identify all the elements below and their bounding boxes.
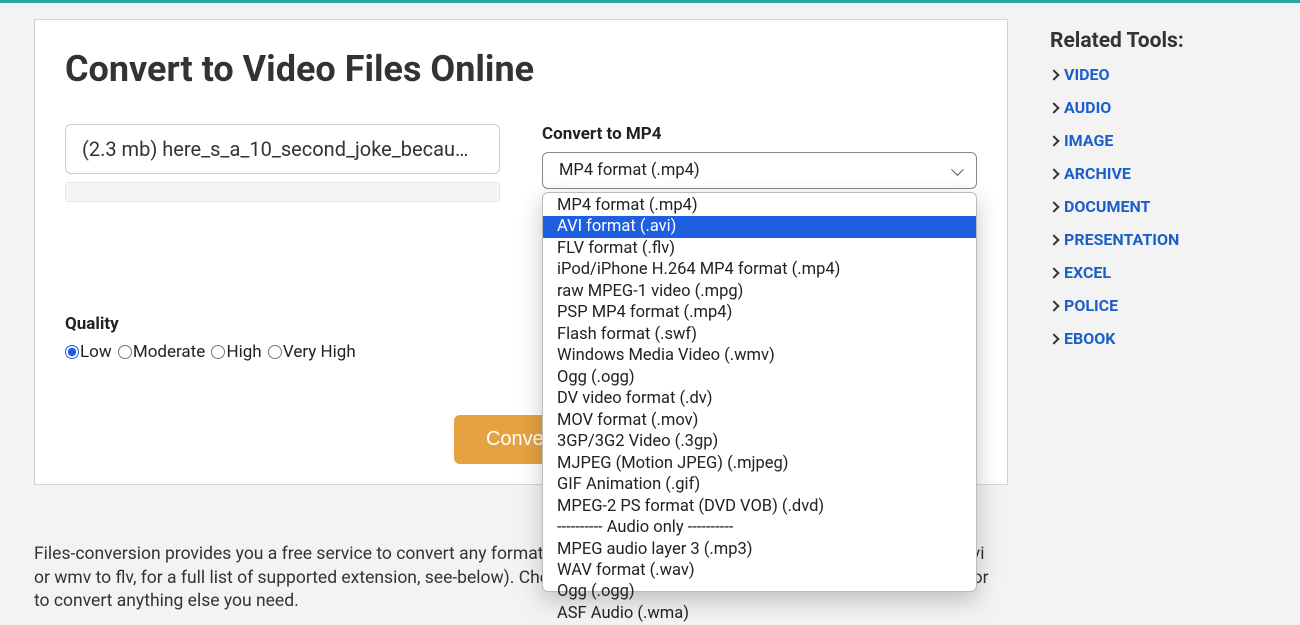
- format-option[interactable]: DV video format (.dv): [543, 388, 976, 409]
- sidebar-item-label: ARCHIVE: [1064, 164, 1131, 183]
- sidebar-item-presentation[interactable]: PRESENTATION: [1050, 230, 1266, 249]
- radio-low[interactable]: [65, 345, 79, 359]
- radio-high[interactable]: [211, 345, 225, 359]
- format-option[interactable]: Ogg (.ogg): [543, 581, 976, 602]
- chevron-right-icon: [1048, 135, 1059, 146]
- quality-option-high[interactable]: High: [211, 342, 261, 362]
- format-option[interactable]: Flash format (.swf): [543, 324, 976, 345]
- selected-file-box[interactable]: (2.3 mb) here_s_a_10_second_joke_becau…: [65, 124, 500, 174]
- format-option[interactable]: MPEG-2 PS format (DVD VOB) (.dvd): [543, 496, 976, 517]
- quality-radio-group: Low Moderate High Very High: [65, 342, 500, 364]
- format-option[interactable]: MPEG audio layer 3 (.mp3): [543, 539, 976, 560]
- radio-moderate[interactable]: [118, 345, 132, 359]
- format-option[interactable]: Windows Media Video (.wmv): [543, 345, 976, 366]
- sidebar-item-excel[interactable]: EXCEL: [1050, 263, 1266, 282]
- format-option[interactable]: MP4 format (.mp4): [543, 195, 976, 216]
- format-option[interactable]: FLV format (.flv): [543, 238, 976, 259]
- chevron-right-icon: [1048, 333, 1059, 344]
- sidebar-item-document[interactable]: DOCUMENT: [1050, 197, 1266, 216]
- format-option[interactable]: 3GP/3G2 Video (.3gp): [543, 431, 976, 452]
- sidebar-item-label: AUDIO: [1064, 98, 1111, 117]
- sidebar-item-video[interactable]: VIDEO: [1050, 65, 1266, 84]
- chevron-right-icon: [1048, 69, 1059, 80]
- quality-option-low[interactable]: Low: [65, 342, 112, 362]
- convert-to-label: Convert to MP4: [542, 124, 977, 144]
- chevron-right-icon: [1048, 267, 1059, 278]
- sidebar-item-label: DOCUMENT: [1064, 197, 1150, 216]
- related-tools-sidebar: Related Tools: VIDEO AUDIO IMAGE ARCHIVE DOC…: [1050, 19, 1266, 362]
- sidebar-item-ebook[interactable]: EBOOK: [1050, 329, 1266, 348]
- chevron-right-icon: [1048, 201, 1059, 212]
- format-option[interactable]: MOV format (.mov): [543, 410, 976, 431]
- format-option[interactable]: AVI format (.avi): [543, 216, 976, 237]
- chevron-right-icon: [1048, 102, 1059, 113]
- sidebar-item-label: VIDEO: [1064, 65, 1110, 84]
- format-option[interactable]: GIF Animation (.gif): [543, 474, 976, 495]
- sidebar-item-archive[interactable]: ARCHIVE: [1050, 164, 1266, 183]
- format-option[interactable]: ASF Audio (.wma): [543, 603, 976, 624]
- sidebar-title: Related Tools:: [1050, 29, 1266, 53]
- sidebar-item-image[interactable]: IMAGE: [1050, 131, 1266, 150]
- sidebar-item-police[interactable]: POLICE: [1050, 296, 1266, 315]
- page-title: Convert to Video Files Online: [65, 48, 977, 90]
- sidebar-item-audio[interactable]: AUDIO: [1050, 98, 1266, 117]
- upload-progress-bar: [65, 182, 500, 202]
- format-option[interactable]: ---------- Audio only ----------: [543, 517, 976, 538]
- sidebar-item-label: POLICE: [1064, 296, 1118, 315]
- format-option[interactable]: WAV format (.wav): [543, 560, 976, 581]
- sidebar-item-label: PRESENTATION: [1064, 230, 1179, 249]
- format-option[interactable]: raw MPEG-1 video (.mpg): [543, 281, 976, 302]
- sidebar-item-label: IMAGE: [1064, 131, 1113, 150]
- chevron-right-icon: [1048, 234, 1059, 245]
- quality-label: Quality: [65, 314, 500, 334]
- quality-option-very-high[interactable]: Very High: [268, 342, 356, 362]
- convert-card: Convert to Video Files Online (2.3 mb) h…: [34, 19, 1008, 485]
- radio-very-high[interactable]: [268, 345, 282, 359]
- sidebar-item-label: EBOOK: [1064, 329, 1115, 348]
- chevron-right-icon: [1048, 168, 1059, 179]
- format-option[interactable]: Ogg (.ogg): [543, 367, 976, 388]
- format-option[interactable]: PSP MP4 format (.mp4): [543, 302, 976, 323]
- format-option[interactable]: iPod/iPhone H.264 MP4 format (.mp4): [543, 259, 976, 280]
- format-option[interactable]: MJPEG (Motion JPEG) (.mjpeg): [543, 453, 976, 474]
- format-select[interactable]: MP4 format (.mp4): [542, 152, 977, 189]
- format-dropdown: MP4 format (.mp4)AVI format (.avi)FLV fo…: [542, 192, 977, 592]
- chevron-right-icon: [1048, 300, 1059, 311]
- sidebar-item-label: EXCEL: [1064, 263, 1111, 282]
- quality-option-moderate[interactable]: Moderate: [118, 342, 205, 362]
- format-select-wrap: MP4 format (.mp4) MP4 format (.mp4)AVI f…: [542, 152, 977, 189]
